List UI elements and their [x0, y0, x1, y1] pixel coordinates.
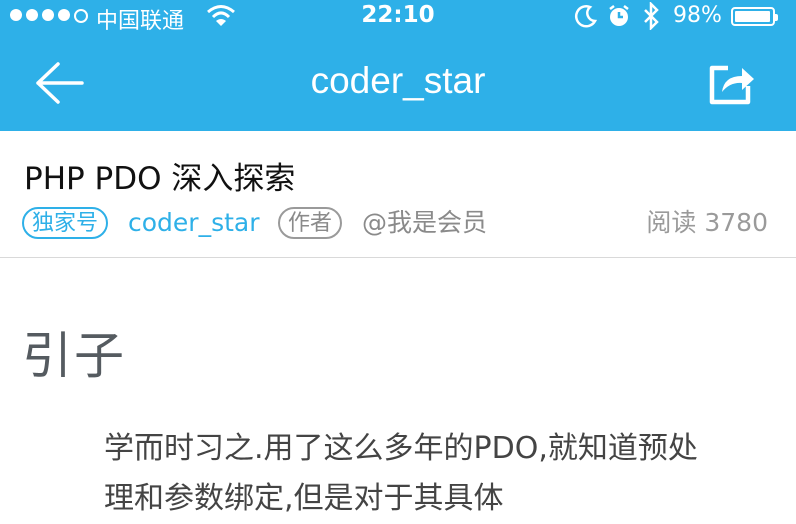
- bluetooth-icon: [644, 2, 659, 30]
- share-icon[interactable]: [702, 58, 758, 108]
- article-paragraph: 学而时习之.用了这么多年的PDO,就知道预处理和参数绑定,但是对于其具体: [104, 431, 698, 516]
- read-count: 阅读 3780: [646, 208, 768, 237]
- battery-percent: 98%: [673, 3, 722, 28]
- app-header: 中国联通 22:10 98% coder_star: [0, 0, 796, 131]
- author-link[interactable]: coder_star: [128, 207, 260, 239]
- article-meta: 独家号 coder_star 作者 @我是会员 阅读 3780: [22, 207, 782, 243]
- author-badge: 作者: [278, 207, 343, 239]
- navigation-bar: coder_star: [0, 34, 796, 131]
- article-title: PHP PDO 深入探索: [24, 161, 296, 197]
- member-label: @我是会员: [362, 208, 488, 237]
- alarm-icon: [609, 5, 629, 26]
- battery-icon: [731, 7, 778, 26]
- article-header: PHP PDO 深入探索 独家号 coder_star 作者 @我是会员 阅读 …: [0, 131, 796, 258]
- moon-icon: [574, 5, 598, 28]
- status-bar: 中国联通 22:10 98%: [0, 0, 796, 34]
- section-heading: 引子: [22, 327, 126, 385]
- nav-title: coder_star: [310, 60, 486, 101]
- exclusive-badge: 独家号: [22, 207, 109, 239]
